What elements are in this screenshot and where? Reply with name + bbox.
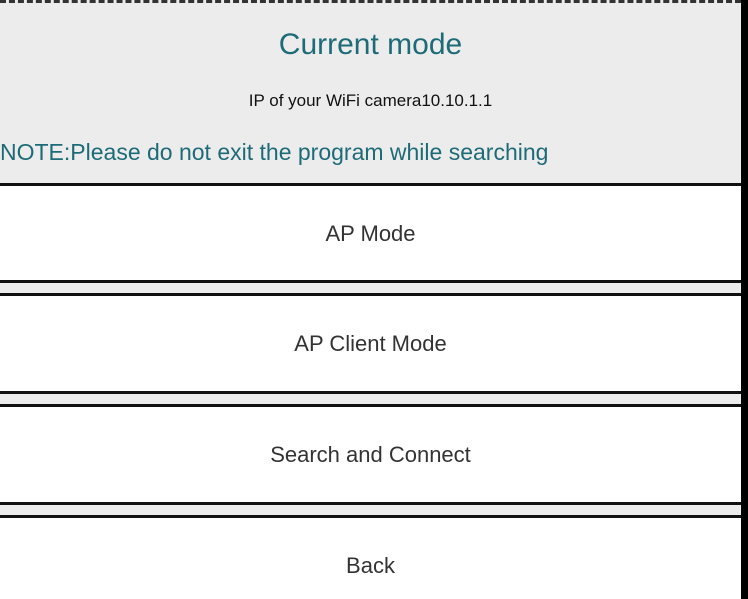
separator-gap	[0, 505, 741, 515]
warning-note: NOTE:Please do not exit the program whil…	[0, 139, 549, 165]
ap-mode-button[interactable]: AP Mode	[0, 183, 741, 283]
mode-selection-screen: Current mode IP of your WiFi camera10.10…	[0, 0, 741, 599]
ap-client-mode-button[interactable]: AP Client Mode	[0, 293, 741, 394]
separator-gap	[0, 283, 741, 293]
separator-gap	[0, 394, 741, 404]
search-and-connect-label: Search and Connect	[270, 442, 471, 467]
back-button[interactable]: Back	[0, 515, 741, 599]
camera-ip-text: IP of your WiFi camera10.10.1.1	[248, 91, 493, 110]
page-title: Current mode	[278, 28, 463, 61]
back-label: Back	[346, 553, 395, 578]
ap-mode-label: AP Mode	[325, 221, 416, 246]
search-and-connect-button[interactable]: Search and Connect	[0, 404, 741, 505]
ap-client-mode-label: AP Client Mode	[294, 331, 447, 356]
top-dashed-border	[0, 0, 741, 3]
header-panel: Current mode IP of your WiFi camera10.10…	[0, 0, 741, 183]
